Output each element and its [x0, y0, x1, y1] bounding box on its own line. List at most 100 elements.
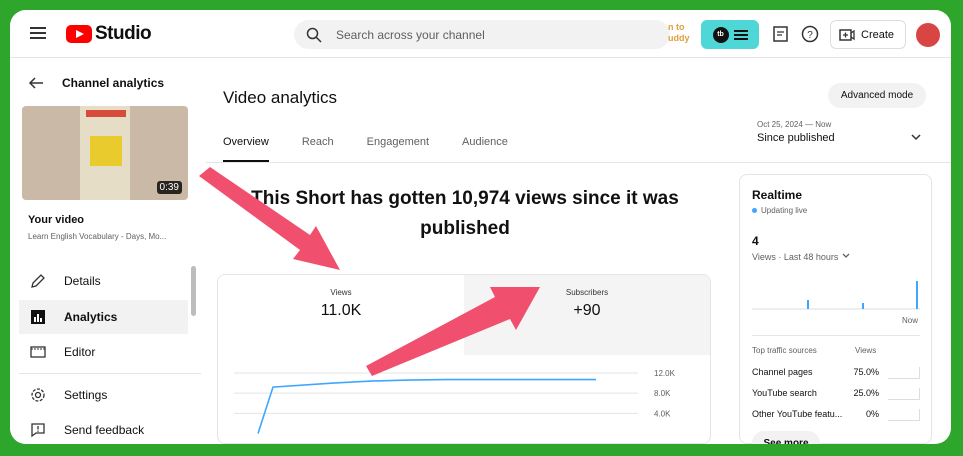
traffic-source-name: Channel pages: [752, 367, 813, 377]
youtube-logo-icon: [66, 25, 92, 43]
search-bar[interactable]: [294, 20, 670, 49]
search-input[interactable]: [336, 27, 636, 42]
tab-audience[interactable]: Audience: [462, 136, 508, 162]
traffic-source-value: 25.0%: [853, 388, 879, 398]
menu-icon[interactable]: [30, 27, 46, 39]
avatar[interactable]: [916, 23, 940, 47]
realtime-live-label: Updating live: [761, 206, 808, 215]
page-title: Video analytics: [223, 88, 338, 107]
traffic-source-value: 75.0%: [853, 367, 879, 377]
date-range-selector[interactable]: Oct 25, 2024 — Now Since published: [757, 120, 835, 144]
y-tick-label: 4.0K: [654, 409, 671, 418]
video-title: Learn English Vocabulary - Days, Mo...: [28, 232, 167, 241]
date-range: Oct 25, 2024 — Now: [757, 120, 832, 129]
traffic-source-row: Channel pages 75.0%: [752, 367, 922, 383]
analytics-tabs: Overview Reach Engagement Audience: [223, 136, 541, 162]
studio-logo[interactable]: Studio: [66, 23, 152, 45]
sidebar-item-details[interactable]: Details: [19, 264, 188, 298]
sidebar-divider: [19, 373, 201, 374]
tubebuddy-link[interactable]: n to uddy: [668, 22, 690, 44]
metric-subscribers-value: +90: [573, 302, 601, 319]
traffic-source-sparkline: [888, 367, 920, 379]
back-to-channel-analytics[interactable]: Channel analytics: [28, 75, 164, 91]
realtime-bar: [916, 281, 918, 309]
traffic-source-name: YouTube search: [752, 388, 817, 398]
video-thumbnail[interactable]: 0:39: [22, 106, 188, 200]
sidebar-item-label: Send feedback: [64, 423, 145, 437]
thumbnail-duration: 0:39: [156, 181, 182, 194]
traffic-source-value: 0%: [865, 409, 879, 419]
realtime-title: Realtime: [752, 188, 803, 202]
chevron-down-icon[interactable]: [910, 131, 922, 143]
sidebar-item-label: Editor: [64, 345, 96, 359]
your-video-heading: Your video: [28, 214, 85, 226]
date-label: Since published: [757, 132, 835, 144]
annotation-text: This Short has gotten 10,974 views since…: [251, 188, 679, 239]
views-series-line: [257, 378, 596, 434]
top-bar: Studio n to uddy tb ? Create: [10, 10, 951, 58]
realtime-bar: [807, 300, 809, 309]
realtime-now-label: Now: [902, 316, 919, 325]
sidebar-scrollbar[interactable]: [191, 266, 196, 316]
help-icon[interactable]: ?: [800, 24, 820, 44]
thumbnail-shirt: [90, 136, 122, 166]
editor-icon: [30, 346, 46, 358]
thumbnail-banner: [86, 110, 126, 117]
realtime-subtitle[interactable]: Views · Last 48 hours: [752, 252, 851, 262]
metric-views-label: Views: [330, 288, 352, 297]
sidebar: Channel analytics 0:39 Your video Learn …: [10, 59, 206, 444]
analytics-icon: [31, 310, 45, 324]
traffic-sources-header: Top traffic sources: [752, 346, 817, 355]
create-label: Create: [861, 28, 895, 41]
tabs-divider: [206, 162, 951, 163]
tubebuddy-logo-icon: tb: [712, 26, 729, 43]
realtime-subtitle-label: Views · Last 48 hours: [752, 252, 839, 262]
traffic-source-sparkline: [888, 388, 920, 400]
realtime-bar-chart: [752, 281, 920, 310]
sidebar-item-send-feedback[interactable]: Send feedback: [19, 413, 188, 444]
live-dot-icon: [752, 208, 757, 213]
tab-engagement[interactable]: Engagement: [367, 136, 429, 162]
advanced-mode-button[interactable]: Advanced mode: [828, 83, 926, 108]
realtime-count: 4: [752, 234, 759, 248]
gear-icon: [31, 388, 45, 402]
y-tick-label: 8.0K: [654, 389, 671, 398]
views-line-chart: 12.0K 8.0K 4.0K: [234, 369, 676, 434]
traffic-views-header: Views: [855, 346, 877, 355]
metric-subscribers[interactable]: Subscribers +90: [464, 275, 710, 355]
search-icon: [306, 27, 322, 43]
metric-views-value: 11.0K: [320, 302, 362, 319]
realtime-live-status: Updating live: [752, 206, 807, 215]
feedback-icon: [31, 423, 45, 438]
realtime-bar: [862, 303, 864, 309]
traffic-source-sparkline: [888, 409, 920, 421]
sidebar-item-settings[interactable]: Settings: [19, 378, 188, 412]
traffic-source-row: Other YouTube featu... 0%: [752, 409, 922, 425]
chevron-down-icon: [842, 253, 850, 258]
create-button[interactable]: Create: [830, 20, 906, 49]
metric-subscribers-label: Subscribers: [565, 288, 609, 297]
sidebar-item-editor[interactable]: Editor: [19, 335, 188, 369]
pencil-icon: [31, 274, 45, 288]
see-more-button[interactable]: See more: [752, 431, 820, 444]
sidebar-item-label: Details: [64, 274, 101, 288]
tubebuddy-button[interactable]: tb: [701, 20, 759, 49]
tab-reach[interactable]: Reach: [302, 136, 334, 162]
video-plus-icon: [839, 28, 855, 41]
traffic-source-row: YouTube search 25.0%: [752, 388, 922, 404]
app-window: Studio n to uddy tb ? Create Channel ana…: [10, 10, 951, 444]
tab-overview[interactable]: Overview: [223, 136, 269, 162]
main-content: Video analytics Advanced mode Overview R…: [206, 59, 951, 444]
back-label: Channel analytics: [62, 76, 165, 90]
realtime-divider: [752, 335, 920, 336]
tubebuddy-menu-icon: [733, 28, 748, 42]
captions-icon[interactable]: [771, 24, 791, 44]
back-arrow-icon: [28, 77, 43, 89]
sidebar-item-label: Analytics: [64, 310, 118, 324]
traffic-source-name: Other YouTube featu...: [752, 409, 843, 419]
sidebar-item-analytics[interactable]: Analytics: [19, 300, 188, 334]
y-tick-label: 12.0K: [654, 369, 676, 378]
metric-views[interactable]: Views 11.0K: [218, 275, 464, 355]
realtime-card: Realtime Updating live 4 Views · Last 48…: [739, 174, 932, 444]
svg-text:?: ?: [807, 30, 813, 41]
